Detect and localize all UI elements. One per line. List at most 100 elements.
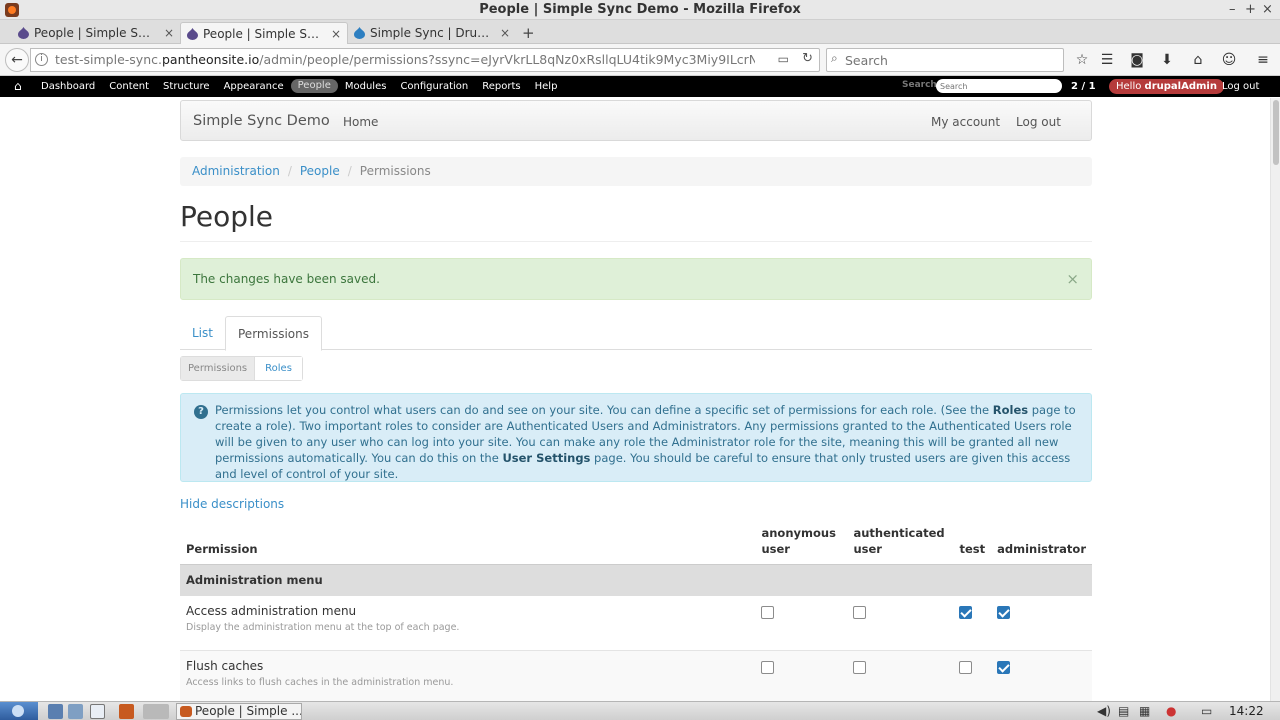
bookmark-star-icon[interactable]: ☆ bbox=[1074, 52, 1090, 68]
url-text[interactable]: test-simple-sync.pantheonsite.io/admin/p… bbox=[55, 49, 755, 71]
page-scrollbar[interactable] bbox=[1270, 98, 1280, 701]
volume-icon[interactable]: ◀) bbox=[1097, 704, 1111, 718]
start-menu-icon[interactable] bbox=[0, 702, 38, 720]
admin-menu-structure[interactable]: Structure bbox=[156, 76, 217, 97]
home-icon[interactable]: ⌂ bbox=[1190, 52, 1206, 68]
test-cell bbox=[953, 650, 992, 701]
hello-user-badge[interactable]: Hello drupalAdmin bbox=[1109, 79, 1224, 94]
site-name[interactable]: Simple Sync Demo bbox=[193, 101, 330, 141]
administrator-cell bbox=[991, 650, 1092, 701]
pocket-icon[interactable]: ◙ bbox=[1129, 52, 1145, 68]
checkbox-test[interactable] bbox=[959, 605, 973, 619]
question-icon: ? bbox=[194, 405, 208, 419]
table-header-row: Permission anonymous user authenticated us… bbox=[180, 525, 1092, 565]
admin-menu-people[interactable]: People bbox=[290, 79, 338, 93]
hide-descriptions-link[interactable]: Hide descriptions bbox=[180, 497, 284, 511]
checkbox-administrator[interactable] bbox=[997, 661, 1011, 674]
permission-description: Display the administration menu at the t… bbox=[186, 621, 460, 633]
checkbox-authenticated[interactable] bbox=[853, 605, 867, 619]
subtab-permissions[interactable]: Permissions bbox=[181, 357, 256, 380]
minimize-icon[interactable]: – bbox=[1229, 0, 1236, 20]
admin-search-input[interactable] bbox=[936, 79, 1062, 93]
administrator-cell bbox=[991, 595, 1092, 651]
browser-tab-3[interactable]: Simple Sync | Drupa... × bbox=[348, 22, 516, 44]
tab-list[interactable]: List bbox=[180, 316, 225, 350]
taskbar-task-label: People | Simple ... bbox=[195, 704, 302, 718]
admin-logout-link[interactable]: Log out bbox=[1222, 76, 1259, 97]
tab-close-icon[interactable]: × bbox=[164, 22, 174, 44]
search-input[interactable] bbox=[845, 51, 1055, 69]
nav-my-account-link[interactable]: My account bbox=[931, 101, 1000, 143]
roles-link[interactable]: Roles bbox=[993, 403, 1028, 417]
admin-menu-dashboard[interactable]: Dashboard bbox=[34, 76, 102, 97]
chat-icon[interactable]: ☺ bbox=[1221, 52, 1237, 68]
user-count[interactable]: 2 / 1 bbox=[1071, 76, 1096, 97]
tab-close-icon[interactable]: × bbox=[500, 22, 510, 44]
show-desktop-icon[interactable] bbox=[48, 704, 63, 719]
breadcrumb: Administration / People / Permissions bbox=[180, 157, 1092, 186]
admin-menu-content[interactable]: Content bbox=[102, 76, 156, 97]
search-icon: ⌕ bbox=[831, 51, 838, 65]
nav-logout-link[interactable]: Log out bbox=[1016, 101, 1061, 143]
close-icon[interactable]: × bbox=[1066, 259, 1079, 299]
os-taskbar: People | Simple ... ◀) ▤ ▦ ● ▭ 14:22 bbox=[0, 701, 1280, 720]
checkbox-anonymous[interactable] bbox=[761, 661, 775, 674]
column-header-permission: Permission bbox=[186, 542, 258, 556]
browser-tab-2[interactable]: People | Simple Syn... × bbox=[180, 22, 348, 44]
browser-search-box[interactable]: ⌕ bbox=[826, 48, 1064, 72]
status-message-text: The changes have been saved. bbox=[193, 272, 380, 286]
clipboard-icon[interactable]: ▤ bbox=[1118, 704, 1129, 718]
download-icon[interactable]: ⬇ bbox=[1159, 52, 1175, 68]
checkbox-anonymous[interactable] bbox=[761, 605, 775, 619]
workspace-icon[interactable] bbox=[143, 704, 169, 719]
admin-menu-appearance[interactable]: Appearance bbox=[217, 76, 291, 97]
help-text: Permissions let you control what users c… bbox=[215, 403, 993, 417]
admin-home-icon[interactable]: ⌂ bbox=[14, 79, 22, 93]
permissions-help: ? Permissions let you control what users… bbox=[180, 393, 1092, 482]
reader-view-icon[interactable]: ▭ bbox=[778, 52, 789, 66]
terminal-icon[interactable] bbox=[90, 704, 105, 719]
clock: 14:22 bbox=[1229, 704, 1264, 718]
column-header-anonymous: anonymous user bbox=[761, 526, 836, 556]
new-tab-button[interactable]: + bbox=[522, 23, 535, 43]
column-header-administrator: administrator bbox=[997, 542, 1086, 556]
admin-menu-configuration[interactable]: Configuration bbox=[393, 76, 475, 97]
site-info-icon[interactable]: i bbox=[35, 53, 48, 66]
tab-permissions[interactable]: Permissions bbox=[225, 316, 322, 351]
breadcrumb-administration[interactable]: Administration bbox=[192, 164, 280, 178]
drupal-icon bbox=[18, 27, 29, 39]
browser-tab-1[interactable]: People | Simple Syn... × bbox=[12, 22, 180, 44]
network-icon[interactable]: ▦ bbox=[1139, 704, 1150, 718]
maximize-icon[interactable]: + bbox=[1245, 0, 1256, 20]
record-icon[interactable]: ● bbox=[1166, 704, 1176, 718]
window-titlebar: People | Simple Sync Demo - Mozilla Fire… bbox=[0, 0, 1280, 20]
status-message: The changes have been saved. × bbox=[180, 258, 1092, 300]
user-settings-link[interactable]: User Settings bbox=[502, 451, 590, 465]
window-title: People | Simple Sync Demo - Mozilla Fire… bbox=[479, 2, 801, 17]
admin-menu-reports[interactable]: Reports bbox=[475, 76, 527, 97]
close-window-icon[interactable]: × bbox=[1262, 0, 1273, 20]
breadcrumb-people[interactable]: People bbox=[300, 164, 340, 178]
reload-icon[interactable]: ↻ bbox=[802, 51, 813, 66]
checkbox-test[interactable] bbox=[959, 661, 973, 674]
nav-home-link[interactable]: Home bbox=[343, 101, 378, 143]
anonymous-cell bbox=[755, 650, 848, 701]
firefox-launcher-icon[interactable] bbox=[119, 704, 134, 719]
admin-toolbar: ⌂ Dashboard Content Structure Appearance… bbox=[0, 76, 1280, 97]
back-arrow-icon[interactable]: ← bbox=[5, 48, 29, 72]
reading-list-icon[interactable]: ☰ bbox=[1099, 52, 1115, 68]
file-manager-icon[interactable] bbox=[68, 704, 83, 719]
url-bar[interactable]: i test-simple-sync.pantheonsite.io/admin… bbox=[30, 48, 820, 72]
admin-menu-modules[interactable]: Modules bbox=[338, 76, 394, 97]
taskbar-firefox-window[interactable]: People | Simple ... bbox=[176, 703, 302, 720]
checkbox-administrator[interactable] bbox=[997, 605, 1011, 619]
hamburger-menu-icon[interactable]: ≡ bbox=[1255, 52, 1271, 68]
display-icon[interactable]: ▭ bbox=[1201, 704, 1212, 718]
subtab-roles[interactable]: Roles bbox=[255, 357, 302, 380]
checkbox-authenticated[interactable] bbox=[853, 661, 867, 674]
scrollbar-thumb[interactable] bbox=[1273, 100, 1279, 165]
tab-close-icon[interactable]: × bbox=[331, 23, 341, 44]
tab-label: Simple Sync | Drupa... bbox=[370, 26, 490, 40]
table-row: Flush caches Access links to flush cache… bbox=[180, 650, 1092, 701]
admin-menu-help[interactable]: Help bbox=[528, 76, 565, 97]
